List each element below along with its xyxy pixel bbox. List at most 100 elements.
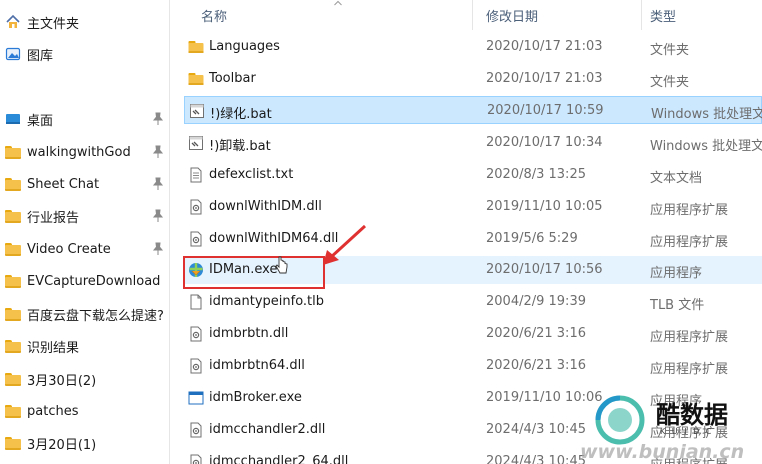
nav-item-home[interactable]: 主文件夹 — [0, 8, 170, 36]
dll-file-icon — [188, 231, 204, 247]
file-type: 应用程序扩展 — [650, 235, 729, 250]
file-row[interactable]: downlWithIDM64.dll 2019/5/6 5:29 应用程序扩展 — [184, 225, 762, 253]
batch-file-icon — [188, 135, 204, 151]
file-date-modified: 2019/5/6 5:29 — [486, 231, 578, 246]
file-name: idmcchandler2_64.dll — [209, 454, 349, 464]
nav-item-video-create[interactable]: Video Create — [0, 235, 170, 263]
file-date-modified: 2020/10/17 21:03 — [486, 39, 603, 54]
file-row[interactable]: idmantypeinfo.tlb 2004/2/9 19:39 TLB 文件 — [184, 288, 762, 316]
desktop-icon — [6, 114, 20, 124]
annotation-arrow-icon — [323, 224, 367, 265]
annotation-highlight-box — [183, 256, 325, 289]
file-date-modified: 2020/10/17 10:56 — [486, 262, 603, 277]
file-type: TLB 文件 — [650, 298, 705, 313]
pin-icon[interactable] — [152, 145, 164, 159]
nav-item-label: 3月30日(2) — [27, 373, 97, 389]
file-name: idmcchandler2.dll — [209, 422, 326, 437]
file-date-modified: 2019/11/10 10:05 — [486, 199, 603, 214]
nav-item-sheet-chat[interactable]: Sheet Chat — [0, 170, 170, 198]
folder-icon — [5, 404, 21, 418]
nav-item-label: Video Create — [27, 241, 111, 257]
column-divider[interactable] — [472, 0, 473, 30]
column-divider[interactable] — [641, 0, 642, 30]
file-name: idmBroker.exe — [209, 390, 302, 405]
folder-icon — [5, 307, 21, 321]
nav-item-desktop[interactable]: 桌面 — [0, 105, 170, 133]
file-row[interactable]: Toolbar 2020/10/17 21:03 文件夹 — [184, 65, 762, 93]
column-header: 名称 修改日期 类型 — [171, 0, 762, 30]
pin-icon[interactable] — [152, 177, 164, 191]
file-row[interactable]: idmbrbtn64.dll 2020/6/21 3:16 应用程序扩展 — [184, 352, 762, 380]
nav-item-gallery[interactable]: 图库 — [0, 40, 170, 68]
dll-file-icon — [188, 326, 204, 342]
file-date-modified: 2004/2/9 19:39 — [486, 294, 586, 309]
folder-icon — [5, 372, 21, 386]
file-row[interactable]: downlWithIDM.dll 2019/11/10 10:05 应用程序扩展 — [184, 193, 762, 221]
nav-item-label: 识别结果 — [27, 340, 80, 356]
folder-icon — [5, 145, 21, 159]
file-date-modified: 2020/6/21 3:16 — [486, 326, 586, 341]
file-icon — [188, 294, 204, 310]
nav-item-industry-reports[interactable]: 行业报告 — [0, 202, 170, 230]
column-date-modified[interactable]: 修改日期 — [486, 6, 538, 25]
watermark-sub: K U I D C — [660, 427, 714, 436]
batch-file-icon — [189, 103, 205, 119]
file-date-modified: 2020/10/17 21:03 — [486, 71, 603, 86]
file-type: 应用程序扩展 — [650, 330, 729, 345]
file-row[interactable]: Languages 2020/10/17 21:03 文件夹 — [184, 33, 762, 61]
nav-item-label: EVCaptureDownload — [27, 273, 161, 289]
file-name: Toolbar — [209, 71, 256, 86]
folder-icon — [5, 436, 21, 450]
file-type: Windows 批处理文件 — [651, 107, 762, 122]
file-name: !)卸载.bat — [209, 139, 271, 154]
folder-icon — [5, 177, 21, 191]
folder-icon — [188, 71, 204, 87]
nav-item-recognition-results[interactable]: 识别结果 — [0, 332, 170, 360]
pin-icon[interactable] — [152, 242, 164, 256]
nav-item-label: 桌面 — [27, 113, 54, 129]
column-type[interactable]: 类型 — [650, 6, 676, 25]
dll-file-icon — [188, 422, 204, 438]
nav-item-label: 主文件夹 — [27, 16, 80, 32]
nav-item-baidu-speedup[interactable]: 百度云盘下载怎么提速? — [0, 300, 170, 328]
dll-file-icon — [188, 358, 204, 374]
dll-file-icon — [188, 199, 204, 215]
file-row[interactable]: !)绿化.bat 2020/10/17 10:59 Windows 批处理文件 — [184, 96, 762, 124]
file-row[interactable]: !)卸载.bat 2020/10/17 10:34 Windows 批处理文件 — [184, 129, 762, 157]
file-date-modified: 2020/10/17 10:34 — [486, 135, 603, 150]
nav-item-patches[interactable]: patches — [0, 397, 170, 425]
navigation-pane: 主文件夹 图库 桌面 walkingwithGod Sheet Chat 行业报… — [0, 0, 170, 464]
nav-item-label: patches — [27, 403, 79, 419]
nav-item-march-30[interactable]: 3月30日(2) — [0, 365, 170, 393]
file-type: 文件夹 — [650, 43, 690, 58]
pin-icon[interactable] — [152, 112, 164, 126]
file-type: Windows 批处理文件 — [650, 139, 762, 154]
file-type: 文本文档 — [650, 171, 703, 186]
file-name: downlWithIDM64.dll — [209, 231, 339, 246]
gallery-icon — [5, 47, 21, 61]
nav-item-label: Sheet Chat — [27, 176, 100, 192]
file-date-modified: 2020/8/3 13:25 — [486, 167, 586, 182]
watermark-brand: 酷数据 — [656, 401, 728, 429]
file-type: 应用程序 — [650, 266, 703, 281]
pin-icon[interactable] — [152, 209, 164, 223]
nav-item-walkingwithgod[interactable]: walkingwithGod — [0, 138, 170, 166]
file-name: idmbrbtn64.dll — [209, 358, 305, 373]
nav-item-march-20[interactable]: 3月20日(1) — [0, 429, 170, 457]
nav-item-evcapturedownload[interactable]: EVCaptureDownload — [0, 267, 170, 295]
watermark: 酷数据 K U I D C www.bunian.cn — [520, 385, 762, 464]
file-name: downlWithIDM.dll — [209, 199, 322, 214]
folder-icon — [188, 39, 204, 55]
nav-item-label: 图库 — [27, 48, 54, 64]
nav-item-label: 3月20日(1) — [27, 437, 97, 453]
watermark-url: www.bunian.cn — [580, 441, 745, 463]
text-file-icon — [188, 167, 204, 183]
file-date-modified: 2020/6/21 3:16 — [486, 358, 586, 373]
file-row[interactable]: defexclist.txt 2020/8/3 13:25 文本文档 — [184, 161, 762, 189]
column-name[interactable]: 名称 — [201, 6, 227, 25]
file-type: 应用程序扩展 — [650, 362, 729, 377]
app-window-icon — [188, 390, 204, 406]
file-row[interactable]: idmbrbtn.dll 2020/6/21 3:16 应用程序扩展 — [184, 320, 762, 348]
file-date-modified: 2020/10/17 10:59 — [487, 103, 604, 118]
file-name: Languages — [209, 39, 280, 54]
